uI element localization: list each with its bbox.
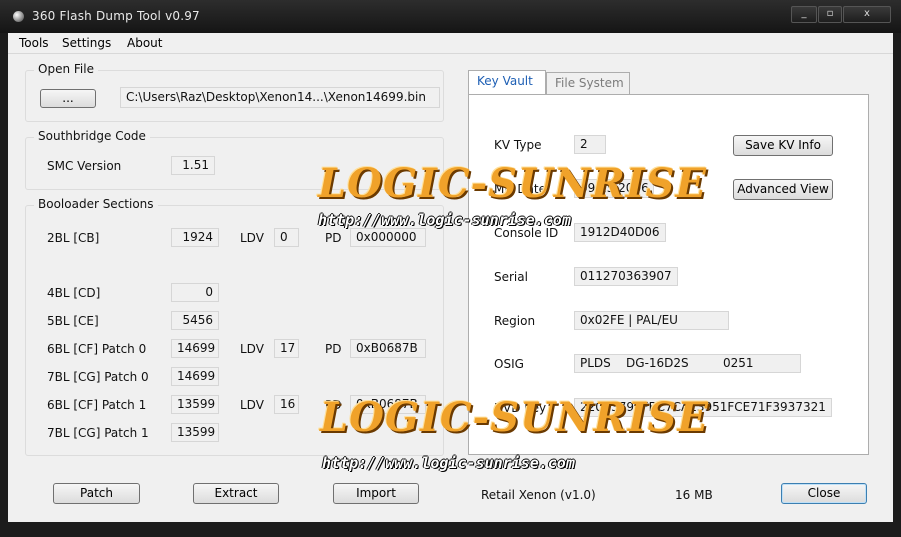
save-kv-info-button[interactable]: Save KV Info (733, 135, 833, 156)
close-window-button[interactable]: x (843, 6, 891, 23)
tab-key-vault[interactable]: Key Vault (468, 70, 546, 94)
region-label: Region (494, 314, 536, 328)
browse-button[interactable]: ... (40, 89, 96, 108)
bl-row-value: 5456 (171, 311, 219, 330)
kv-type-label: KV Type (494, 138, 542, 152)
serial-field: 011270363907 (574, 267, 678, 286)
window-title: 360 Flash Dump Tool v0.97 (32, 9, 200, 23)
tab-file-system[interactable]: File System (546, 72, 630, 94)
maximize-button[interactable]: ▫ (818, 6, 842, 23)
minimize-button[interactable]: _ (791, 6, 817, 23)
bl-row-pd: 0xB0687B (350, 339, 426, 358)
bl-row-value: 14699 (171, 367, 219, 386)
menu-tools[interactable]: Tools (19, 36, 49, 50)
watermark-logo: LOGIC-SUNRISE (320, 394, 709, 441)
osig-label: OSIG (494, 357, 524, 371)
bl-row-name: 5BL [CE] (47, 314, 99, 328)
region-field: 0x02FE | PAL/EU (574, 311, 729, 330)
ldv-label: LDV (240, 231, 264, 245)
advanced-view-button[interactable]: Advanced View (733, 179, 833, 200)
southbridge-label: Southbridge Code (34, 129, 150, 143)
close-button[interactable]: Close (781, 483, 867, 504)
dump-size-label: 16 MB (675, 488, 713, 502)
kv-type-field: 2 (574, 135, 606, 154)
bootloader-label: Booloader Sections (34, 197, 158, 211)
bl-row-ldv: 16 (274, 395, 299, 414)
bl-row-value: 13599 (171, 423, 219, 442)
console-type-label: Retail Xenon (v1.0) (481, 488, 596, 502)
bl-row-value: 1924 (171, 228, 219, 247)
smc-version-label: SMC Version (47, 159, 122, 173)
menu-bar: Tools Settings About (8, 33, 893, 54)
bl-row-name: 2BL [CB] (47, 231, 100, 245)
menu-about[interactable]: About (127, 36, 162, 50)
bl-row-name: 6BL [CF] Patch 0 (47, 342, 147, 356)
extract-button[interactable]: Extract (193, 483, 279, 504)
file-path-field[interactable]: C:\Users\Raz\Desktop\Xenon14...\Xenon146… (120, 87, 440, 108)
bl-row-value: 14699 (171, 339, 219, 358)
title-bar[interactable]: 360 Flash Dump Tool v0.97 _ ▫ x (0, 0, 901, 33)
bl-row-name: 6BL [CF] Patch 1 (47, 398, 147, 412)
watermark-url: http://www.logic-sunrise.com (318, 211, 571, 229)
open-file-group: Open File ... C:\Users\Raz\Desktop\Xenon… (25, 62, 444, 122)
serial-label: Serial (494, 270, 528, 284)
bl-row-value: 0 (171, 283, 219, 302)
bl-row-ldv: 0 (274, 228, 299, 247)
bl-row-name: 7BL [CG] Patch 1 (47, 426, 149, 440)
ldv-label: LDV (240, 342, 264, 356)
ldv-label: LDV (240, 398, 264, 412)
smc-version-field: 1.51 (171, 156, 215, 175)
app-icon (13, 11, 24, 22)
pd-label: PD (325, 342, 342, 356)
watermark-logo: LOGIC-SUNRISE (318, 160, 707, 207)
watermark-url: http://www.logic-sunrise.com (322, 454, 575, 472)
import-button[interactable]: Import (333, 483, 419, 504)
menu-settings[interactable]: Settings (62, 36, 111, 50)
app-window: 360 Flash Dump Tool v0.97 _ ▫ x Tools Se… (0, 0, 901, 537)
console-id-field: 1912D40D06 (574, 223, 666, 242)
bl-row-value: 13599 (171, 395, 219, 414)
bl-row-name: 7BL [CG] Patch 0 (47, 370, 149, 384)
open-file-label: Open File (34, 62, 98, 76)
osig-field: PLDS DG-16D2S 0251 (574, 354, 801, 373)
bl-row-ldv: 17 (274, 339, 299, 358)
main-panel: Open File ... C:\Users\Raz\Desktop\Xenon… (8, 54, 893, 522)
bl-row-name: 4BL [CD] (47, 286, 101, 300)
pd-label: PD (325, 231, 342, 245)
bl-row-pd: 0x000000 (350, 228, 426, 247)
patch-button[interactable]: Patch (53, 483, 140, 504)
